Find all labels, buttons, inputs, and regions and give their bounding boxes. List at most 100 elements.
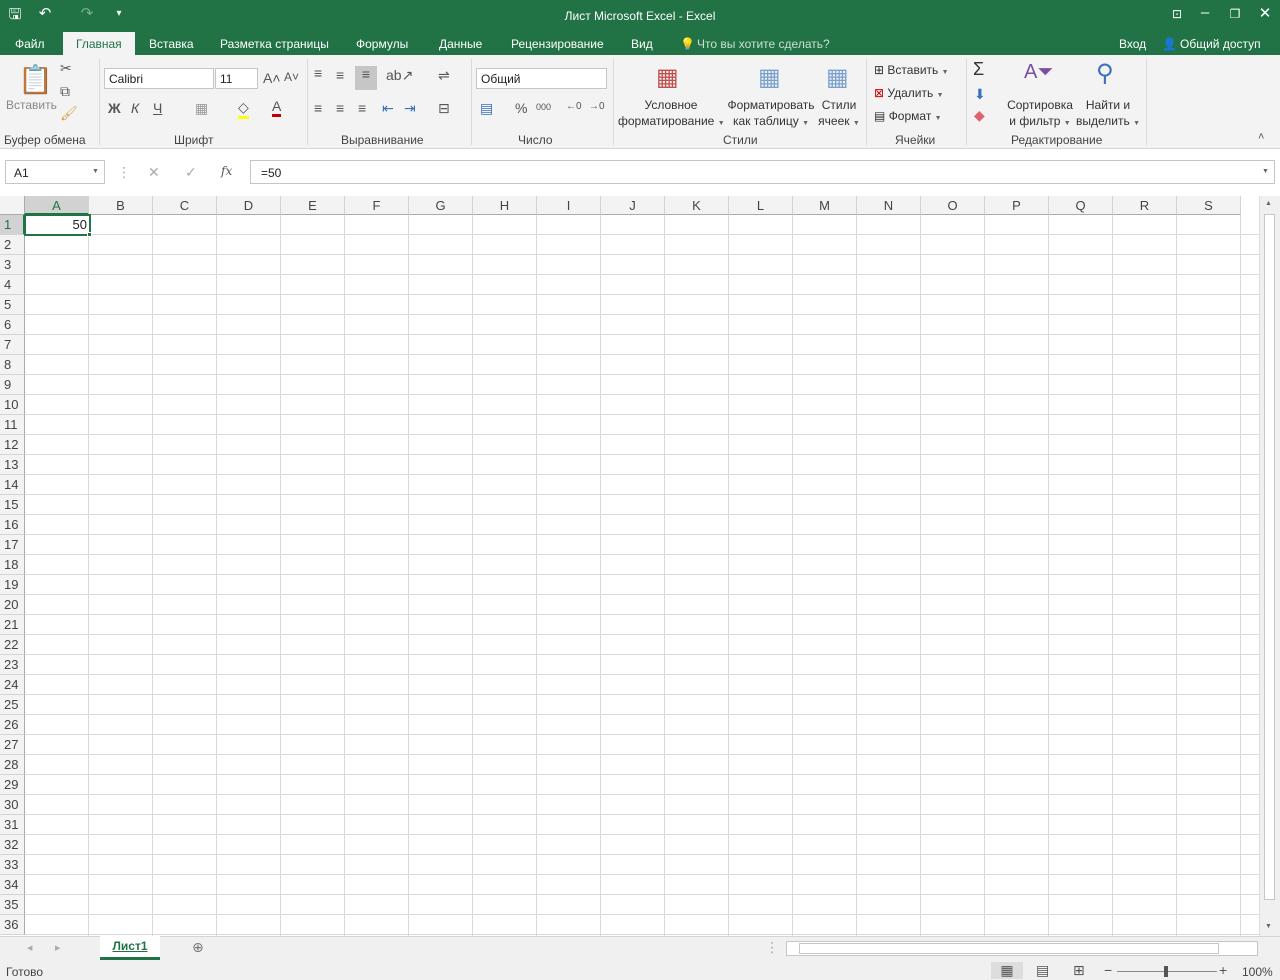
wrap-text-icon[interactable]: ⇌ [438,67,450,84]
column-header-S[interactable]: S [1177,196,1241,215]
tab-insert[interactable]: Вставка [149,37,194,51]
decrease-indent-icon[interactable]: ⇤ [382,100,394,117]
tab-view[interactable]: Вид [631,37,653,51]
expand-formula-icon[interactable]: ▼ [1262,168,1269,175]
new-sheet-icon[interactable]: ⊕ [192,939,204,956]
cells-area[interactable] [25,215,1259,936]
row-header-9[interactable]: 9 [0,375,25,395]
column-header-J[interactable]: J [601,196,665,215]
row-header-13[interactable]: 13 [0,455,25,475]
normal-view-icon[interactable]: ▦ [991,962,1023,979]
paste-button[interactable]: Вставить [6,97,57,113]
align-right-icon[interactable]: ≡ [358,100,366,116]
row-header-21[interactable]: 21 [0,615,25,635]
zoom-level[interactable]: 100% [1242,965,1273,979]
font-size-select[interactable]: 11 [215,68,258,89]
select-all-button[interactable] [0,196,25,215]
column-header-R[interactable]: R [1113,196,1177,215]
clear-icon[interactable]: ◆ [974,107,985,124]
conditional-formatting-button[interactable]: Условное форматирование ▼ [618,97,725,132]
signin-link[interactable]: Вход [1119,37,1146,51]
minimize-icon[interactable]: – [1194,4,1216,21]
row-header-1[interactable]: 1 [0,215,25,235]
tab-page-layout[interactable]: Разметка страницы [220,37,329,51]
restore-icon[interactable]: ❐ [1224,7,1246,21]
zoom-in-icon[interactable]: + [1219,962,1227,978]
sheet-tab-1[interactable]: Лист1 [100,936,160,960]
column-header-N[interactable]: N [857,196,921,215]
row-header-27[interactable]: 27 [0,735,25,755]
column-header-I[interactable]: I [537,196,601,215]
underline-button[interactable]: Ч [153,100,162,116]
tab-review[interactable]: Рецензирование [511,37,604,51]
currency-icon[interactable]: ▤ [480,100,493,117]
tab-home[interactable]: Главная [63,32,135,56]
column-header-Q[interactable]: Q [1049,196,1113,215]
row-header-5[interactable]: 5 [0,295,25,315]
insert-function-icon[interactable]: fx [221,164,232,178]
format-cells-button[interactable]: ▤ Формат ▼ [874,108,942,127]
merge-center-icon[interactable]: ⊟ [438,100,450,117]
worksheet-grid[interactable]: ABCDEFGHIJKLMNOPQRS 1 2 3 4 5 6 7 8 9 10 11 12 13 14 1… [0,196,1259,936]
italic-button[interactable]: К [131,100,139,116]
row-header-16[interactable]: 16 [0,515,25,535]
horizontal-scroll-thumb[interactable] [799,943,1219,954]
row-header-2[interactable]: 2 [0,235,25,255]
delete-cells-button[interactable]: ⊠ Удалить ▼ [874,85,944,104]
vertical-scroll-thumb[interactable] [1264,214,1275,900]
format-as-table-button[interactable]: Форматировать как таблицу ▼ [726,97,816,132]
align-top-icon[interactable]: ≡ [314,65,322,81]
row-header-26[interactable]: 26 [0,715,25,735]
column-header-B[interactable]: B [89,196,153,215]
row-header-14[interactable]: 14 [0,475,25,495]
tab-data[interactable]: Данные [439,37,482,51]
column-header-P[interactable]: P [985,196,1049,215]
orientation-icon[interactable]: ab↗ [386,67,413,84]
row-header-28[interactable]: 28 [0,755,25,775]
row-header-6[interactable]: 6 [0,315,25,335]
row-header-29[interactable]: 29 [0,775,25,795]
row-header-22[interactable]: 22 [0,635,25,655]
autosum-icon[interactable]: Σ [973,59,984,80]
row-header-23[interactable]: 23 [0,655,25,675]
thousands-button[interactable]: 000 [536,102,551,112]
column-header-H[interactable]: H [473,196,537,215]
find-select-button[interactable]: Найти и выделить ▼ [1076,97,1140,132]
collapse-ribbon-icon[interactable]: ˄ [1258,131,1264,143]
horizontal-scrollbar[interactable] [786,941,1258,956]
font-color-icon[interactable]: A [272,99,282,117]
row-header-25[interactable]: 25 [0,695,25,715]
row-header-32[interactable]: 32 [0,835,25,855]
split-handle[interactable]: ⋮ [765,939,779,956]
name-box[interactable]: A1 [5,160,105,184]
scroll-up-icon[interactable]: ▲ [1265,200,1272,207]
row-header-36[interactable]: 36 [0,915,25,935]
bold-button[interactable]: Ж [108,100,121,116]
zoom-slider-thumb[interactable] [1164,966,1168,977]
page-layout-view-icon[interactable]: ▤ [1036,962,1049,979]
row-header-18[interactable]: 18 [0,555,25,575]
fill-color-icon[interactable]: ◇ [238,99,249,119]
align-middle-icon[interactable]: ≡ [336,67,344,83]
row-header-20[interactable]: 20 [0,595,25,615]
number-format-select[interactable]: Общий [476,68,607,89]
row-header-31[interactable]: 31 [0,815,25,835]
insert-cells-button[interactable]: ⊞ Вставить ▼ [874,62,949,81]
row-header-4[interactable]: 4 [0,275,25,295]
namebox-dropdown-icon[interactable]: ▼ [92,168,99,175]
column-header-F[interactable]: F [345,196,409,215]
row-header-24[interactable]: 24 [0,675,25,695]
row-header-10[interactable]: 10 [0,395,25,415]
copy-icon[interactable]: ⧉ [60,83,70,100]
column-header-K[interactable]: K [665,196,729,215]
row-header-35[interactable]: 35 [0,895,25,915]
row-header-30[interactable]: 30 [0,795,25,815]
row-header-12[interactable]: 12 [0,435,25,455]
close-icon[interactable]: ✕ [1254,4,1276,22]
column-header-D[interactable]: D [217,196,281,215]
cut-icon[interactable]: ✂ [60,60,72,77]
sort-filter-button[interactable]: Сортировка и фильтр ▼ [1004,97,1076,132]
vertical-scrollbar[interactable]: ▲ ▼ [1259,196,1280,936]
row-header-3[interactable]: 3 [0,255,25,275]
cell-styles-button[interactable]: Стили ячеек ▼ [818,97,860,132]
